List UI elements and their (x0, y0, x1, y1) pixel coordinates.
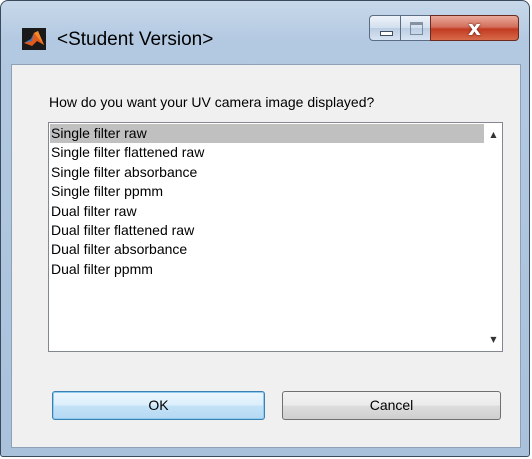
prompt-label: How do you want your UV camera image dis… (49, 94, 375, 110)
maximize-button[interactable] (400, 15, 431, 41)
close-button[interactable]: x (430, 15, 519, 41)
vertical-scrollbar[interactable]: ▲ ▼ (485, 123, 502, 351)
minimize-button[interactable] (369, 15, 401, 41)
list-item[interactable]: Single filter raw (50, 124, 484, 144)
window-title: <Student Version> (57, 29, 214, 50)
close-icon: x (468, 16, 481, 40)
ok-button[interactable]: OK (52, 391, 265, 420)
scroll-down-arrow-icon[interactable]: ▼ (485, 331, 502, 348)
list-item[interactable]: Dual filter flattened raw (50, 221, 484, 240)
list-item[interactable]: Single filter ppmm (50, 182, 484, 201)
list-item[interactable]: Single filter flattened raw (50, 143, 484, 162)
list-item[interactable]: Single filter absorbance (50, 163, 484, 182)
scroll-up-arrow-icon[interactable]: ▲ (485, 126, 502, 143)
title-bar[interactable]: <Student Version> x (1, 1, 529, 65)
cancel-button[interactable]: Cancel (282, 391, 501, 420)
dialog-window: <Student Version> x How do you want your… (0, 0, 530, 457)
list-item[interactable]: Dual filter ppmm (50, 260, 484, 279)
display-mode-listbox[interactable]: Single filter raw Single filter flattened… (48, 122, 503, 352)
maximize-icon (410, 22, 423, 35)
list-items: Single filter raw Single filter flattened… (50, 124, 484, 279)
list-item[interactable]: Dual filter raw (50, 202, 484, 221)
list-item[interactable]: Dual filter absorbance (50, 240, 484, 259)
minimize-icon (380, 31, 393, 36)
matlab-logo-icon (22, 28, 46, 50)
dialog-client-area: How do you want your UV camera image dis… (11, 64, 521, 448)
